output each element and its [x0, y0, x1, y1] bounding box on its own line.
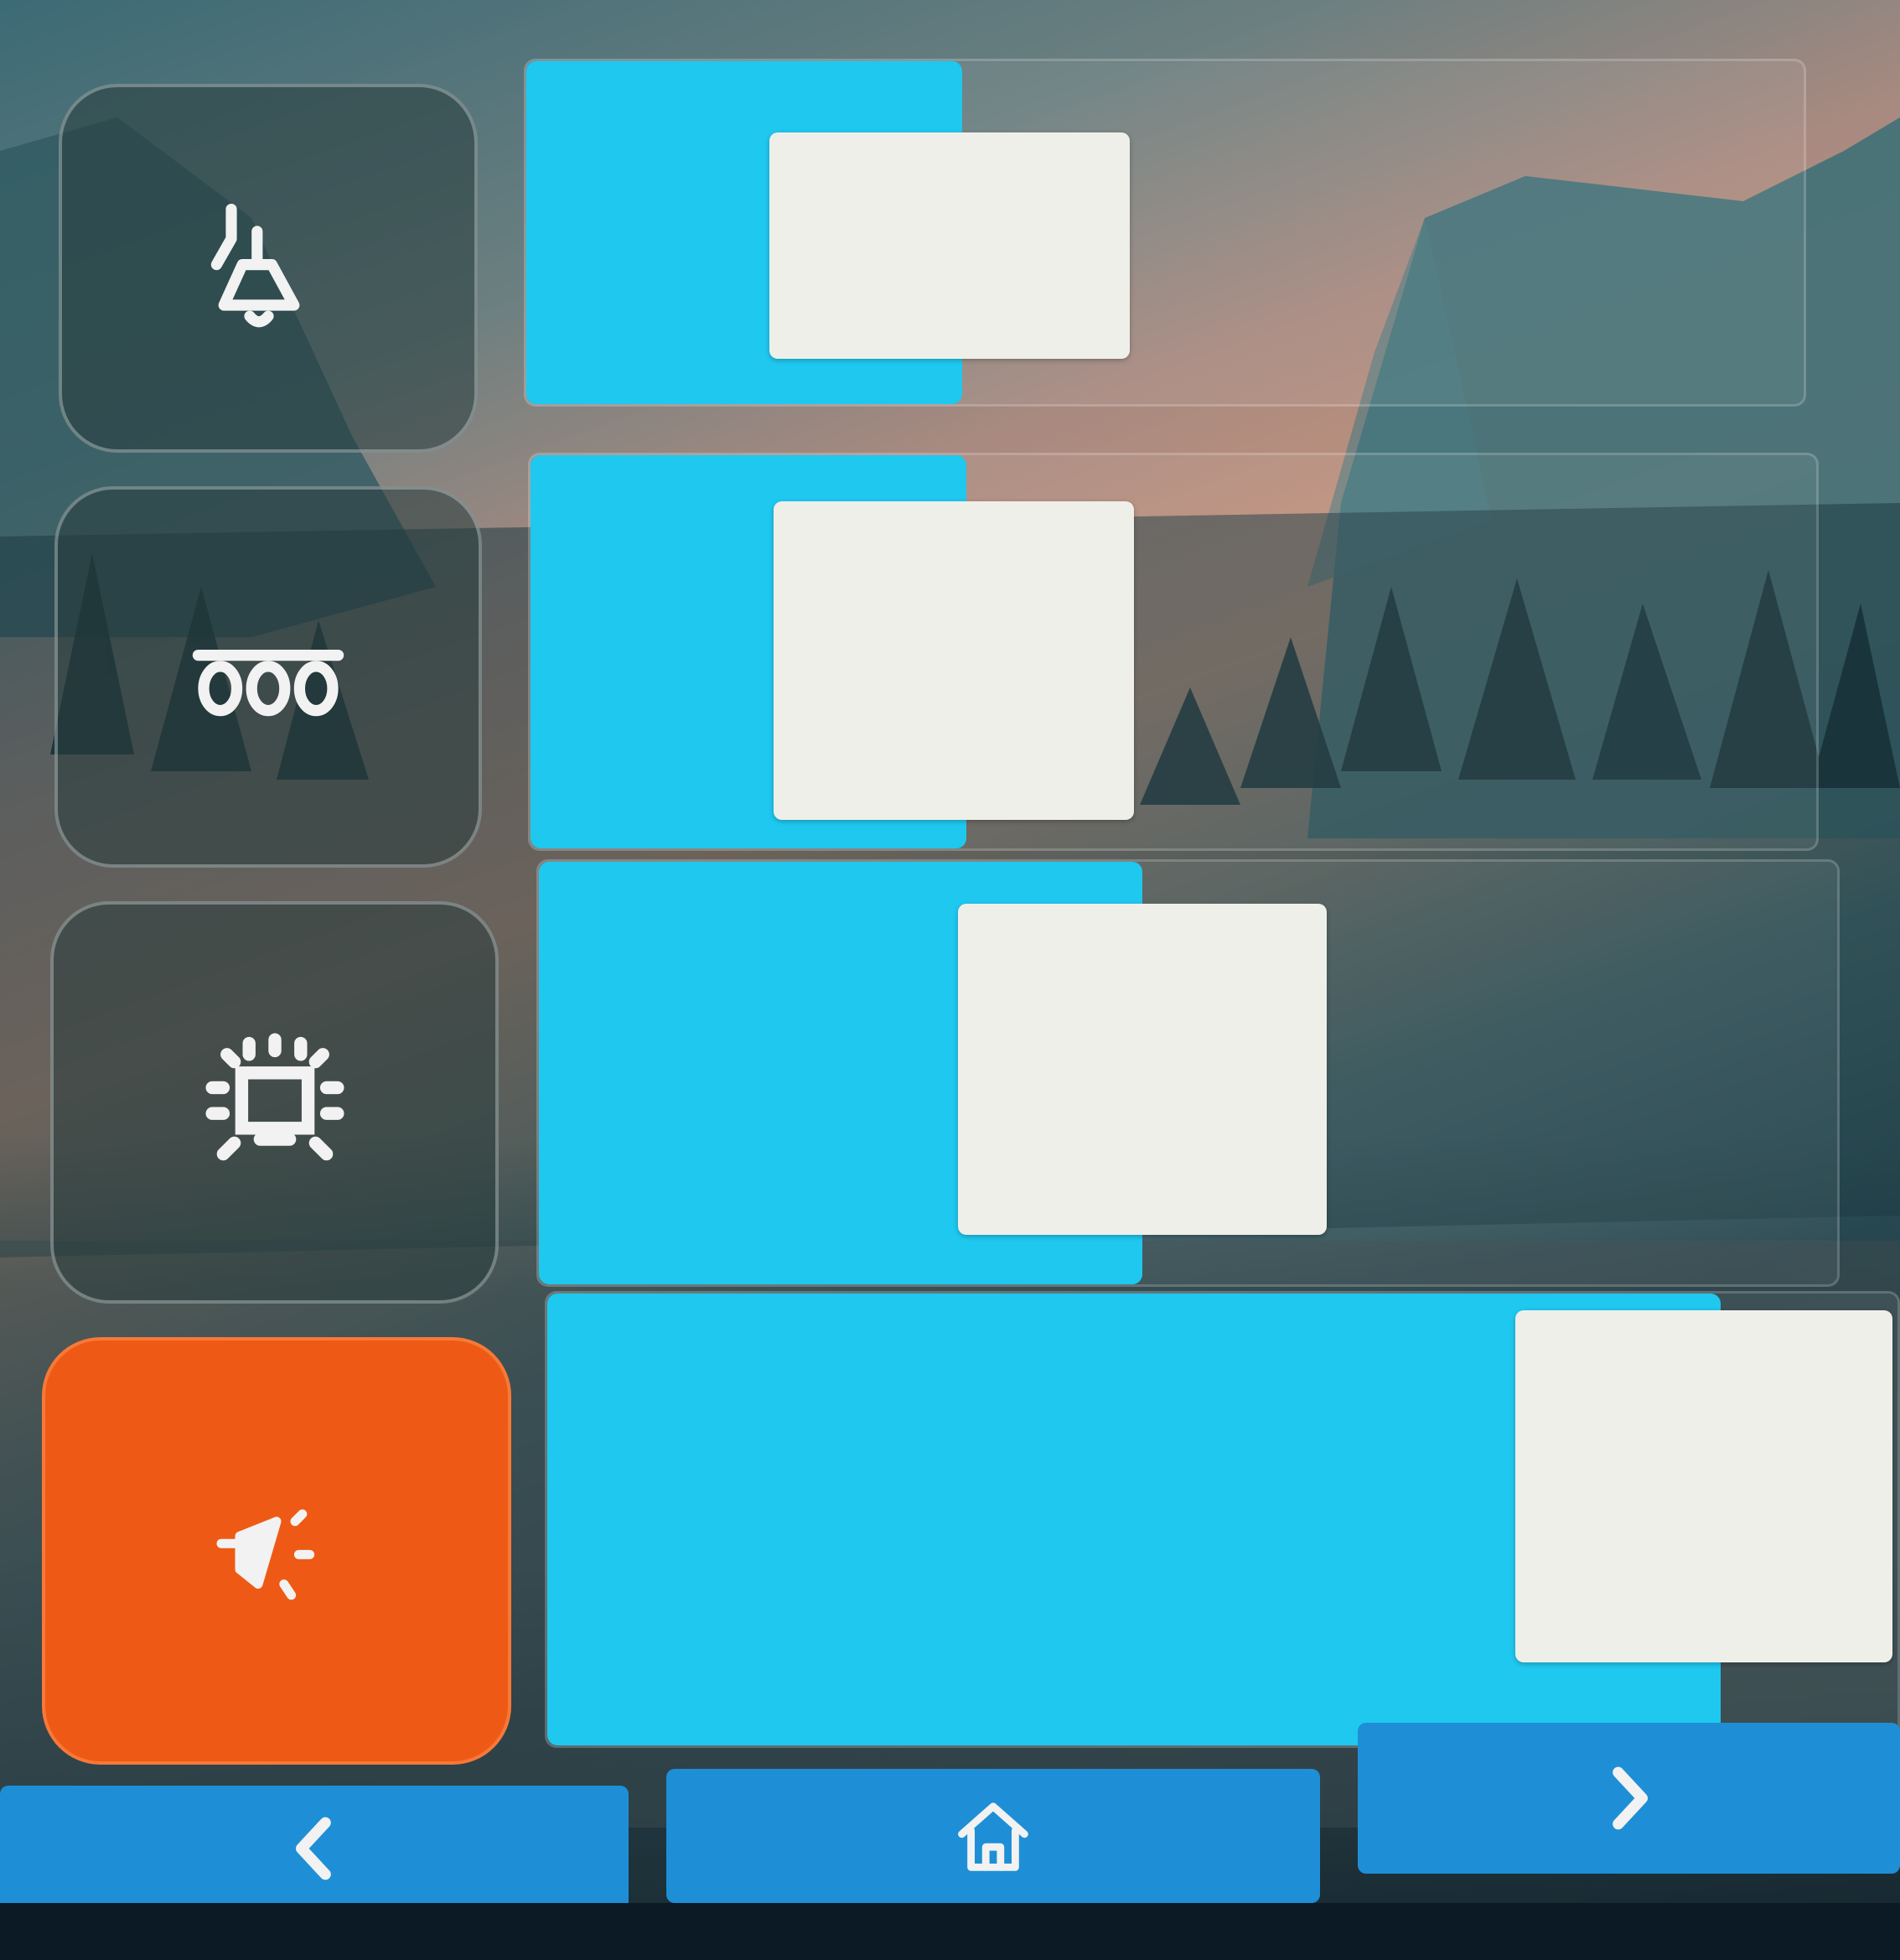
- light-toggle-2[interactable]: [54, 486, 482, 868]
- light-toggle-1[interactable]: [59, 84, 478, 453]
- forward-button[interactable]: [1358, 1723, 1900, 1874]
- slider-handle-4[interactable]: [1515, 1310, 1892, 1662]
- slider-handle-1[interactable]: [769, 132, 1130, 359]
- spotlight-icon: [216, 1509, 315, 1600]
- chevron-right-icon: [1612, 1766, 1648, 1830]
- light-strip-icon: [192, 649, 344, 716]
- home-icon: [958, 1802, 1028, 1871]
- light-toggle-3[interactable]: [50, 901, 499, 1304]
- back-button[interactable]: [0, 1786, 629, 1911]
- screen-background: [0, 0, 1900, 1960]
- chevron-left-icon: [296, 1817, 331, 1880]
- light-toggle-4[interactable]: [42, 1337, 511, 1765]
- bottom-bezel: [0, 1903, 1900, 1960]
- brightness-slider-1[interactable]: [524, 59, 1806, 407]
- ceiling-light-icon: [205, 1033, 344, 1161]
- slider-handle-3[interactable]: [958, 904, 1327, 1235]
- brightness-slider-3[interactable]: [536, 859, 1840, 1287]
- home-button[interactable]: [666, 1769, 1320, 1903]
- brightness-slider-2[interactable]: [528, 453, 1819, 851]
- pendant-lamp-icon: [210, 204, 300, 328]
- slider-handle-2[interactable]: [774, 501, 1134, 820]
- brightness-slider-4[interactable]: [545, 1291, 1900, 1748]
